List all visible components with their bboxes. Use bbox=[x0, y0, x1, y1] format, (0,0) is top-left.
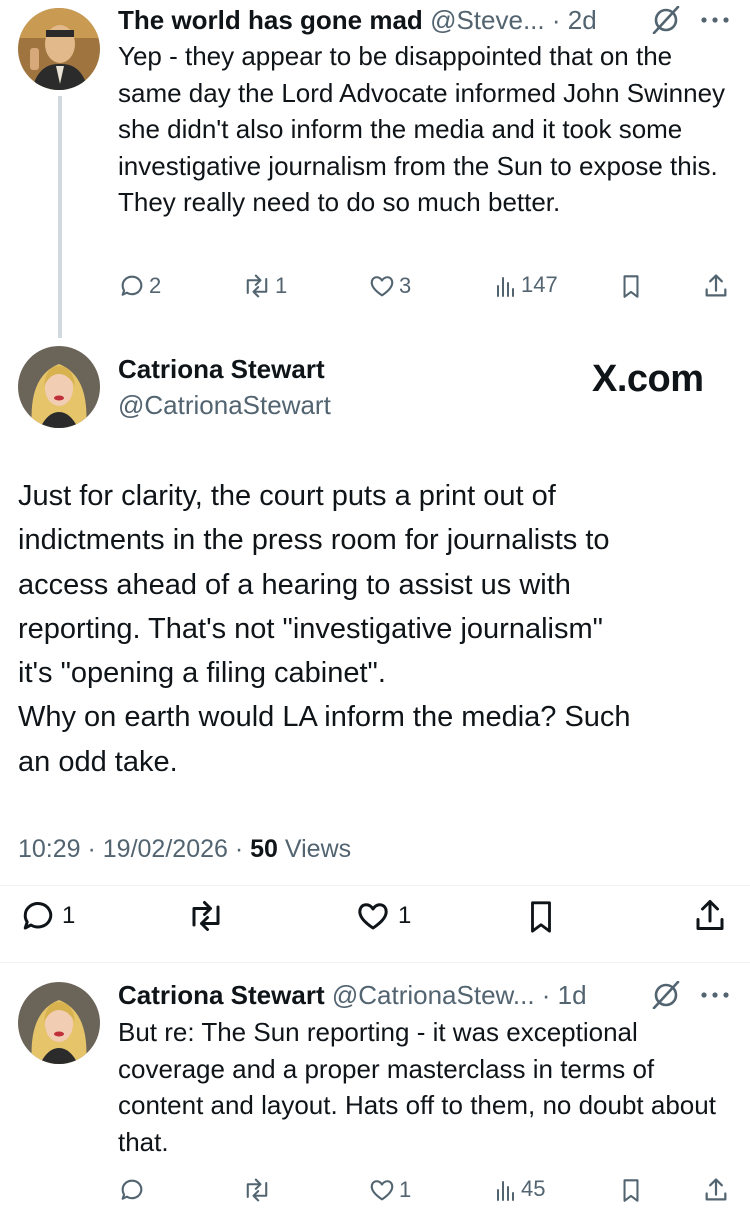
bookmark-button[interactable] bbox=[524, 898, 558, 936]
tweet-text-line: Why on earth would LA inform the media? … bbox=[18, 701, 631, 734]
avatar-image bbox=[18, 8, 100, 90]
reply-count: 1 bbox=[62, 902, 76, 929]
views-count: 50 bbox=[250, 835, 278, 863]
author-handle[interactable]: @Steve... bbox=[430, 5, 545, 35]
reply-text: But re: The Sun reporting - it was excep… bbox=[118, 1017, 716, 1157]
more-options-icon[interactable] bbox=[700, 16, 730, 24]
grok-icon[interactable] bbox=[650, 6, 682, 34]
repost-button[interactable] bbox=[186, 898, 226, 934]
divider bbox=[0, 962, 750, 963]
views-button[interactable]: 147 bbox=[494, 272, 558, 298]
like-button[interactable]: 1 bbox=[368, 1176, 411, 1204]
author-handle[interactable]: @CatrionaStew... bbox=[332, 980, 535, 1010]
repost-icon bbox=[246, 274, 268, 298]
grok-icon[interactable] bbox=[650, 981, 682, 1009]
bookmark-button[interactable] bbox=[618, 1176, 644, 1204]
bookmark-icon bbox=[623, 275, 639, 298]
views-label: Views bbox=[284, 835, 352, 863]
author-handle[interactable]: @CatrionaStewart bbox=[118, 390, 331, 421]
reply-text: Yep - they appear to be disappointed tha… bbox=[118, 41, 726, 217]
more-options-icon[interactable] bbox=[700, 991, 730, 999]
bookmark-icon bbox=[531, 901, 551, 933]
reply-icon bbox=[121, 1179, 143, 1200]
avatar[interactable] bbox=[18, 982, 100, 1064]
repost-count: 1 bbox=[275, 273, 288, 298]
heart-icon bbox=[370, 276, 394, 297]
heart-icon bbox=[370, 1180, 394, 1201]
repost-button[interactable] bbox=[242, 1176, 272, 1204]
post-time[interactable]: · 1d bbox=[542, 980, 587, 1010]
post-time[interactable]: · 2d bbox=[552, 5, 597, 35]
avatar-image bbox=[18, 982, 100, 1064]
views-count: 147 bbox=[521, 272, 558, 297]
share-icon bbox=[696, 900, 724, 930]
share-icon bbox=[705, 1178, 727, 1201]
reply-header: Catriona Stewart @CatrionaStew... · 1d bbox=[118, 977, 587, 1013]
avatar-image bbox=[18, 346, 100, 428]
timestamp[interactable]: 10:29 · 19/02/2026 · bbox=[18, 835, 243, 863]
repost-icon bbox=[246, 1178, 268, 1202]
tweet-text-line: indictments in the press room for journa… bbox=[18, 524, 610, 557]
like-button[interactable]: 3 bbox=[368, 272, 411, 300]
like-count: 1 bbox=[398, 902, 412, 929]
tweet-meta: 10:29 · 19/02/2026 · 50 Views bbox=[18, 835, 351, 864]
divider bbox=[0, 885, 750, 886]
views-icon bbox=[497, 277, 514, 297]
like-count: 1 bbox=[399, 1177, 412, 1202]
thread-connector bbox=[58, 96, 62, 338]
bookmark-icon bbox=[623, 1179, 639, 1202]
reply-count: 2 bbox=[149, 273, 162, 298]
reply-button[interactable]: 1 bbox=[20, 898, 75, 934]
reply-button[interactable]: 2 bbox=[118, 272, 161, 300]
share-button[interactable] bbox=[702, 272, 730, 300]
x-com-watermark: X.com bbox=[592, 358, 704, 400]
bookmark-button[interactable] bbox=[618, 272, 644, 300]
reply-header: The world has gone mad @Steve... · 2d bbox=[118, 2, 597, 38]
repost-button[interactable]: 1 bbox=[242, 272, 287, 300]
author-name[interactable]: Catriona Stewart bbox=[118, 354, 325, 385]
avatar[interactable] bbox=[18, 8, 100, 90]
reply-icon bbox=[121, 275, 143, 296]
tweet-text-line: reporting. That's not "investigative jou… bbox=[18, 612, 603, 645]
views-count: 45 bbox=[521, 1176, 546, 1201]
repost-icon bbox=[192, 901, 220, 931]
like-button[interactable]: 1 bbox=[354, 898, 411, 934]
avatar[interactable] bbox=[18, 346, 100, 428]
tweet-text-line: an odd take. bbox=[18, 745, 178, 778]
views-icon bbox=[497, 1181, 514, 1201]
tweet-text: Just for clarity, the court puts a print… bbox=[18, 474, 738, 784]
tweet-text-line: access ahead of a hearing to assist us w… bbox=[18, 568, 571, 601]
share-icon bbox=[705, 274, 727, 297]
author-name[interactable]: Catriona Stewart bbox=[118, 980, 325, 1010]
tweet-text-line: it's "opening a filing cabinet". bbox=[18, 657, 386, 690]
heart-icon bbox=[358, 903, 388, 930]
tweet-text-line: Just for clarity, the court puts a print… bbox=[18, 480, 556, 512]
share-button[interactable] bbox=[692, 896, 728, 934]
reply-icon bbox=[23, 902, 53, 930]
like-count: 3 bbox=[399, 273, 412, 298]
views-button[interactable]: 45 bbox=[494, 1176, 545, 1202]
author-name[interactable]: The world has gone mad bbox=[118, 5, 423, 35]
share-button[interactable] bbox=[702, 1176, 730, 1204]
reply-button[interactable] bbox=[118, 1176, 146, 1204]
